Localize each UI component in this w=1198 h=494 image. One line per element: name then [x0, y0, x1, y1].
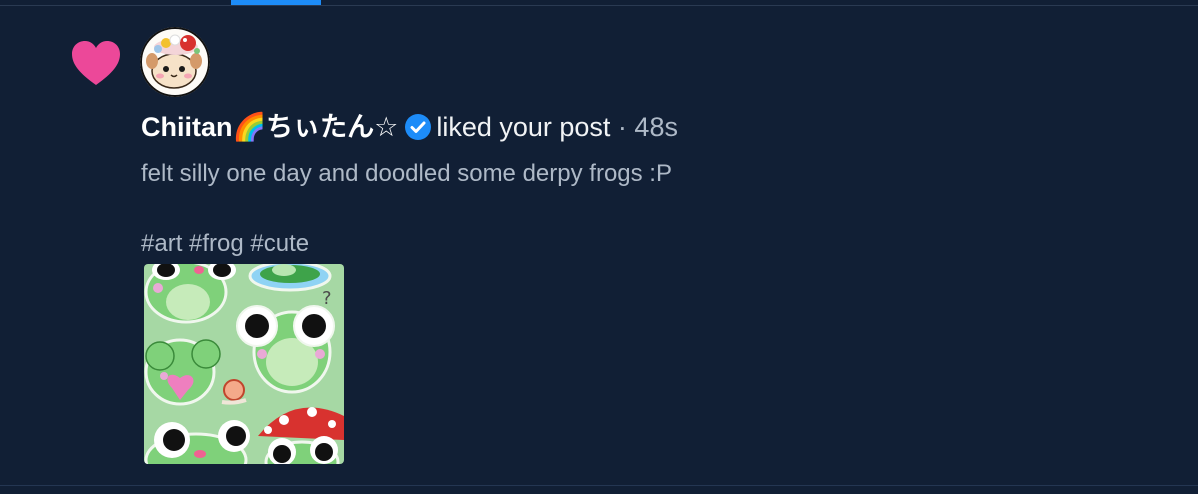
svg-text:?: ?: [322, 288, 332, 309]
separator: ·: [610, 112, 635, 142]
notification-item[interactable]: Chiitan🌈ちぃたん☆ liked your post · 48s felt …: [0, 7, 1198, 486]
notification-headline: Chiitan🌈ちぃたん☆ liked your post · 48s: [141, 109, 678, 145]
heart-icon: [72, 41, 120, 85]
avatar[interactable]: [140, 27, 210, 97]
post-text: felt silly one day and doodled some derp…: [141, 160, 672, 187]
user-name-link[interactable]: Chiitan🌈ちぃたん☆: [141, 112, 398, 142]
avatar-image: [140, 27, 210, 97]
timestamp: 48s: [634, 112, 678, 142]
top-tab-bar: [0, 0, 1198, 6]
post-tags: #art #frog #cute: [141, 230, 310, 257]
notification-action: liked your post: [436, 112, 611, 142]
verified-check-icon: [405, 114, 432, 140]
active-tab-indicator: [231, 0, 321, 5]
post-image-thumbnail[interactable]: ?: [144, 264, 344, 464]
frog-doodle-image: ?: [144, 264, 344, 464]
